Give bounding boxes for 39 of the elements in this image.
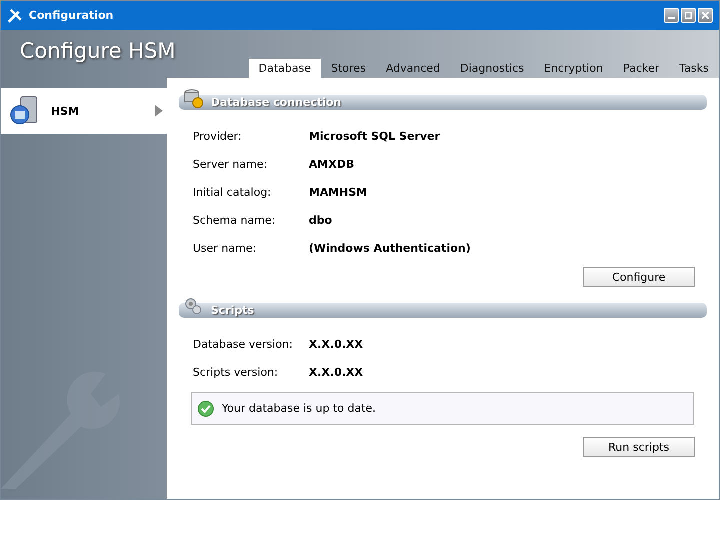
field-value: Microsoft SQL Server xyxy=(309,130,440,142)
sidebar-item[interactable]: HSM xyxy=(1,88,167,134)
field-label: Scripts version: xyxy=(193,366,280,378)
arrow-icon xyxy=(155,105,163,117)
tab[interactable]: Diagnostics xyxy=(450,59,534,78)
field-label: Initial catalog: xyxy=(193,186,272,198)
maximize-button[interactable] xyxy=(681,8,696,23)
sidebar-item-label: HSM xyxy=(51,104,80,118)
field-value: AMXDB xyxy=(309,158,354,170)
field-label: Provider: xyxy=(193,130,243,142)
tab[interactable]: Encryption xyxy=(534,59,614,78)
run-scripts-button[interactable]: Run scripts xyxy=(583,437,695,457)
gears-icon xyxy=(183,297,203,317)
field-value: X.X.0.XX xyxy=(309,366,364,378)
window-title: Configuration xyxy=(29,9,115,22)
page-title: Configure HSM xyxy=(20,39,176,63)
tab[interactable]: Database xyxy=(248,59,322,78)
field-value: (Windows Authentication) xyxy=(309,242,471,254)
field-value: dbo xyxy=(309,214,332,226)
section-title: Database connection xyxy=(211,96,342,109)
field-value: MAMHSM xyxy=(309,186,368,198)
maximize-icon xyxy=(685,12,692,19)
minimize-button[interactable] xyxy=(664,8,679,23)
tab[interactable]: Stores xyxy=(321,59,376,78)
close-button[interactable] xyxy=(698,8,713,23)
field-label: Database version: xyxy=(193,338,294,350)
tab[interactable]: Advanced xyxy=(376,59,450,78)
field-label: User name: xyxy=(193,242,258,254)
status-message: Your database is up to date. xyxy=(222,402,376,415)
tab[interactable]: Tasks xyxy=(670,59,719,78)
close-icon xyxy=(702,12,709,19)
field-value: X.X.0.XX xyxy=(309,338,364,350)
configure-button[interactable]: Configure xyxy=(583,267,695,287)
section-title: Scripts xyxy=(211,304,254,317)
field-label: Server name: xyxy=(193,158,268,170)
check-icon xyxy=(198,400,214,416)
field-label: Schema name: xyxy=(193,214,277,226)
database-icon xyxy=(183,89,203,109)
tab[interactable]: Packer xyxy=(613,59,670,78)
